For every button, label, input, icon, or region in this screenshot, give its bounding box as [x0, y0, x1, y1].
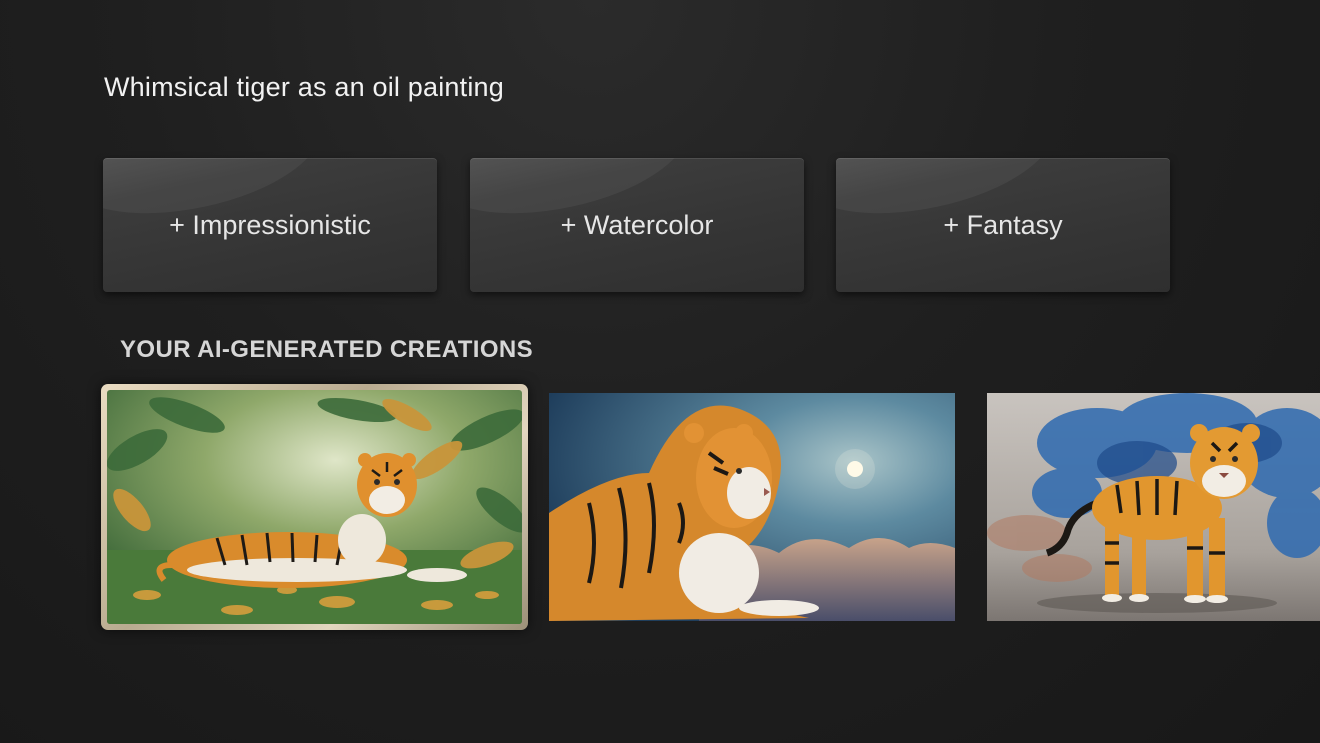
creation-image-moon-tiger: [549, 393, 955, 621]
chip-watercolor[interactable]: + Watercolor: [470, 158, 804, 292]
chip-label: + Watercolor: [560, 209, 714, 240]
chip-impressionistic[interactable]: + Impressionistic: [103, 158, 437, 292]
creation-card-3[interactable]: [987, 393, 1320, 621]
chip-fantasy[interactable]: + Fantasy: [836, 158, 1170, 292]
chip-label: + Fantasy: [943, 209, 1063, 240]
creation-card-1[interactable]: [101, 384, 528, 630]
creation-image-smoke-tiger: [987, 393, 1320, 621]
section-title: YOUR AI-GENERATED CREATIONS: [120, 336, 534, 363]
prompt-title: Whimsical tiger as an oil painting: [104, 72, 504, 102]
chip-label: + Impressionistic: [169, 209, 371, 240]
creation-image-jungle-tiger: [107, 390, 522, 624]
creation-card-2[interactable]: [549, 393, 955, 621]
